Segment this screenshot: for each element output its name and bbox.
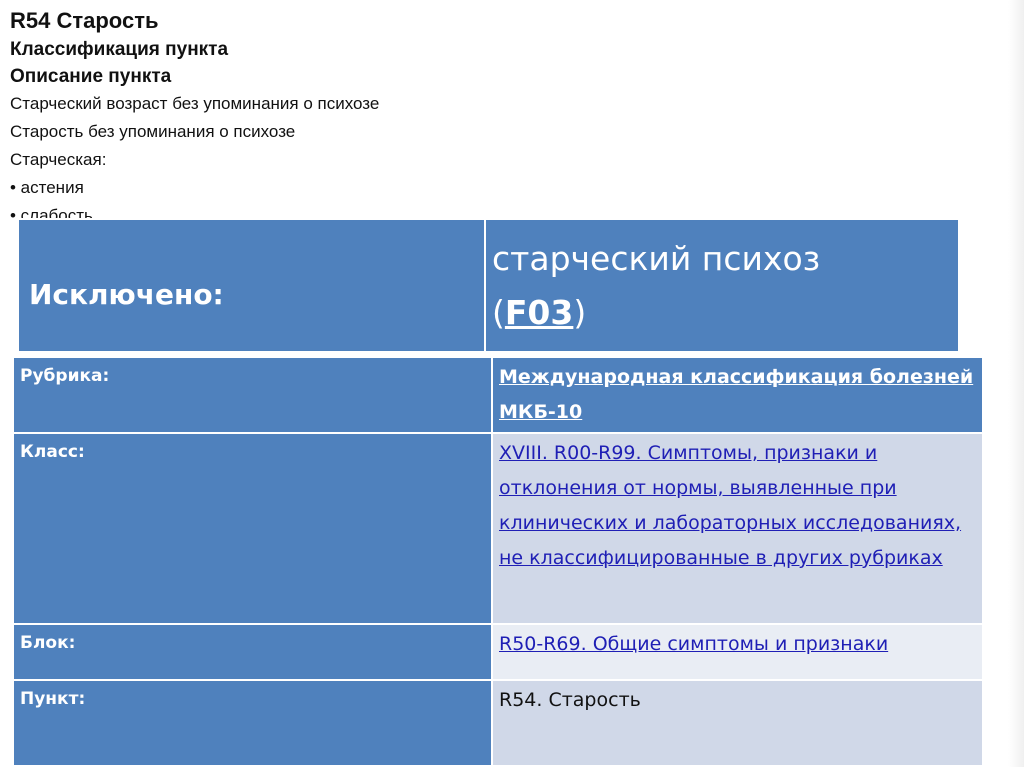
info-table: Рубрика: Международная классификация бол… [12,356,984,767]
row-value-block: R50-R69. Общие симптомы и признаки [491,623,984,681]
exclusion-paren-close: ) [573,292,587,332]
description-line: Старческая: [10,150,107,169]
slide-edge [1008,0,1024,767]
classification-heading: Классификация пункта [10,39,229,60]
item-value: R54. Старость [499,689,641,711]
table-row: Пункт: R54. Старость [12,679,984,767]
row-key-class: Класс: [12,432,493,625]
table-row: Рубрика: Международная классификация бол… [12,356,984,434]
row-value-item: R54. Старость [491,679,984,767]
block-link[interactable]: R50-R69. Общие симптомы и признаки [499,633,888,655]
row-value-rubric: Международная классификация болезней МКБ… [491,356,984,434]
slide-header: R54 Старость Классификация пункта Описан… [10,6,610,230]
class-link[interactable]: XVIII. R00-R99. Симптомы, признаки и отк… [499,442,961,569]
row-key-block: Блок: [12,623,493,681]
description-line: Старческий возраст без упоминания о псих… [10,94,380,113]
page-title: R54 Старость [10,8,159,33]
row-value-class: XVIII. R00-R99. Симптомы, признаки и отк… [491,432,984,625]
rubric-link[interactable]: Международная классификация болезней МКБ… [499,366,973,423]
description-line: Старость без упоминания о психозе [10,122,296,141]
table-row: Блок: R50-R69. Общие симптомы и признаки [12,623,984,681]
exclusion-text: старческий психоз [492,238,821,278]
row-key-item: Пункт: [12,679,493,767]
exclusion-label: Исключено: [17,218,486,353]
exclusion-code-link[interactable]: F03 [505,293,573,332]
description-heading: Описание пункта [10,66,172,87]
exclusion-table: Исключено: старческий психоз (F03) [17,218,960,353]
exclusion-value: старческий психоз (F03) [484,218,960,353]
exclusion-paren-open: ( [492,292,505,332]
row-key-rubric: Рубрика: [12,356,493,434]
bullet-item: • астения [10,178,84,197]
table-row: Класс: XVIII. R00-R99. Симптомы, признак… [12,432,984,625]
